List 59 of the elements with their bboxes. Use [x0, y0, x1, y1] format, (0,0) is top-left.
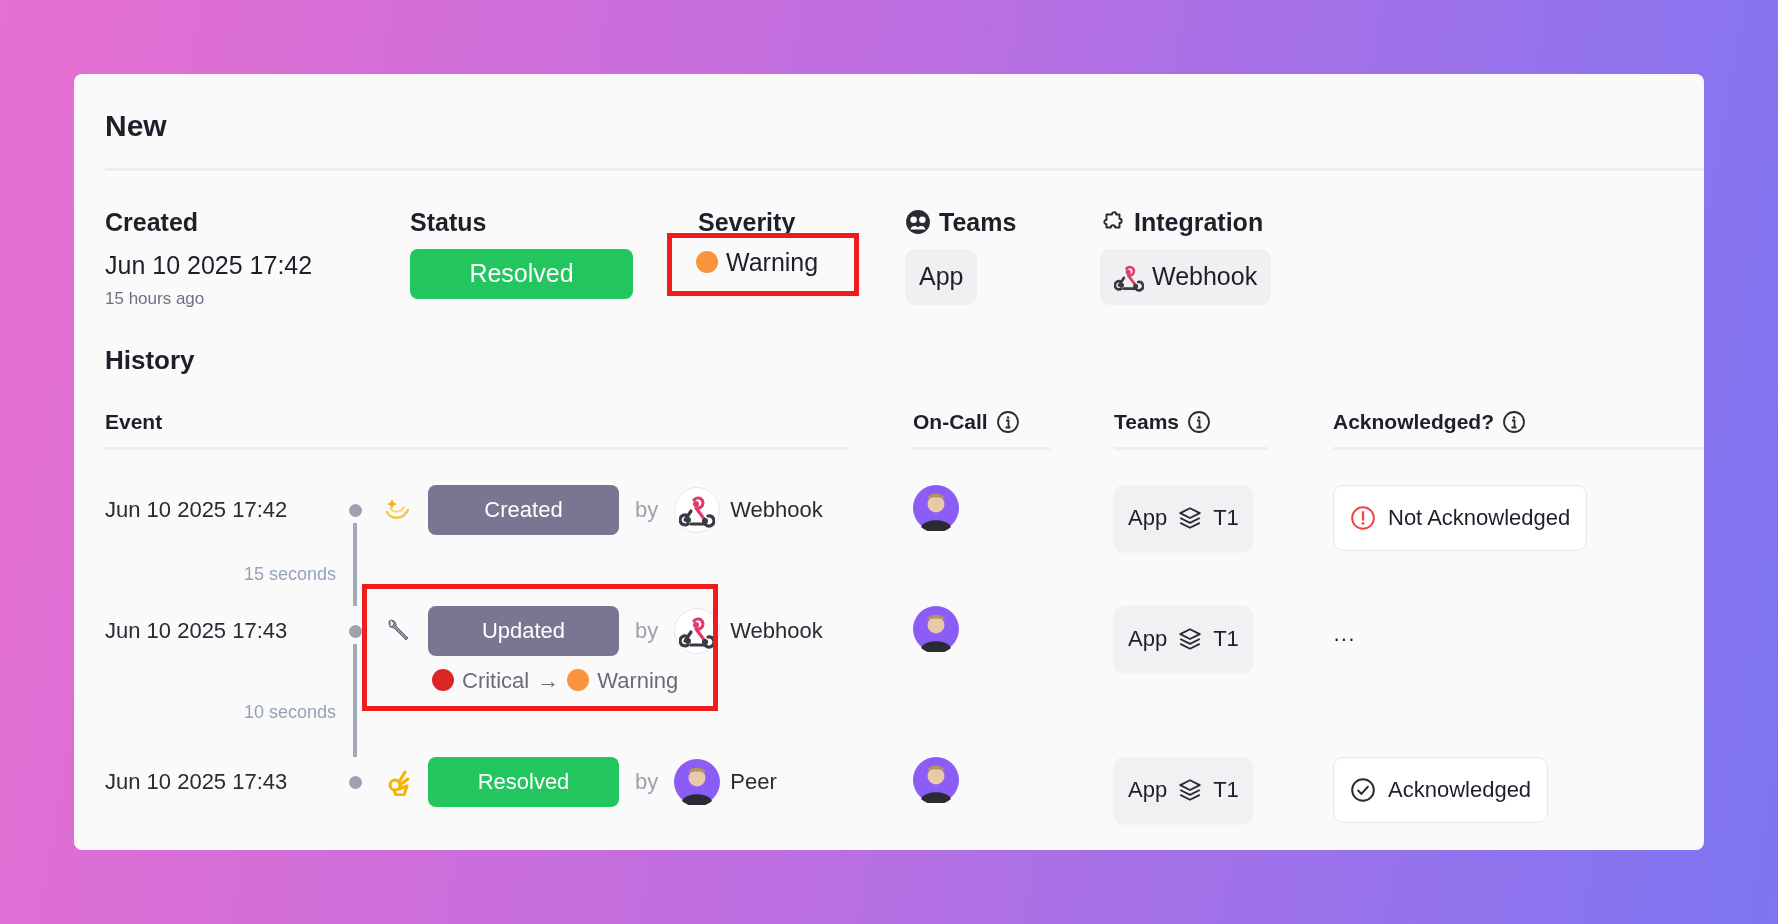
column-header: Teams — [1114, 409, 1179, 436]
actor-name: Webhook — [730, 496, 823, 525]
column-header: Event — [105, 409, 163, 436]
tier-label: T1 — [1213, 504, 1239, 533]
timeline-dot — [348, 775, 362, 789]
timeline-dot — [348, 624, 362, 638]
column-header: On-Call — [913, 409, 988, 436]
event-badge: Updated — [428, 605, 619, 656]
team-icon — [905, 209, 931, 235]
field-label: Integration — [1134, 207, 1264, 237]
by-label: by — [635, 768, 659, 797]
layers-icon — [1177, 504, 1204, 531]
layers-icon — [1177, 625, 1204, 652]
avatar-icon — [913, 605, 959, 652]
tier-label: T1 — [1213, 625, 1239, 654]
pending-indicator: ··· — [1333, 625, 1355, 651]
acknowledgement-text: Not Acknowledged — [1388, 504, 1571, 533]
incident-title: New — [105, 108, 168, 144]
duration-label: 10 seconds — [243, 701, 336, 722]
field-label: Severity — [698, 207, 796, 237]
duration-label: 15 seconds — [243, 563, 336, 584]
field-label: Status — [410, 207, 487, 237]
column-header: Acknowledged? — [1333, 409, 1495, 436]
integration-name: Webhook — [1152, 261, 1258, 292]
arrow-symbol: → — [537, 666, 560, 695]
alert-icon — [1350, 504, 1376, 531]
team-tag: App — [905, 249, 978, 305]
team-name: App — [1128, 504, 1168, 533]
by-label: by — [635, 496, 659, 525]
actor-name: Webhook — [730, 617, 823, 646]
check-icon — [1350, 776, 1376, 803]
team-name: App — [1128, 625, 1168, 654]
avatar-icon — [674, 758, 721, 805]
acknowledgement-text: Acknowledged — [1388, 776, 1532, 805]
by-label: by — [635, 617, 659, 646]
severity-value: Warning — [726, 247, 819, 278]
avatar-icon — [913, 484, 959, 531]
avatar-icon — [913, 756, 959, 803]
severity-label: Warning — [597, 666, 679, 695]
event-time: Jun 10 2025 17:43 — [105, 767, 289, 796]
event-time: Jun 10 2025 17:43 — [105, 616, 289, 645]
tier-label: T1 — [1213, 776, 1239, 805]
info-icon — [995, 409, 1020, 434]
event-badge: Resolved — [428, 756, 619, 807]
info-icon — [1187, 409, 1211, 434]
field-label: Teams — [939, 207, 1017, 237]
field-label: Created — [105, 207, 199, 237]
status-badge: Resolved — [410, 249, 633, 299]
severity-label: Critical — [462, 666, 530, 695]
info-icon — [1502, 409, 1527, 434]
section-title: History — [105, 345, 196, 377]
actor-name: Peer — [730, 768, 777, 797]
team-name: App — [1128, 776, 1168, 805]
created-date: Jun 10 2025 17:42 — [105, 250, 313, 281]
event-badge: Created — [428, 484, 619, 535]
relative-time: 15 hours ago — [105, 287, 205, 310]
timeline-dot — [348, 503, 362, 517]
event-time: Jun 10 2025 17:42 — [105, 495, 289, 524]
layers-icon — [1177, 776, 1204, 803]
